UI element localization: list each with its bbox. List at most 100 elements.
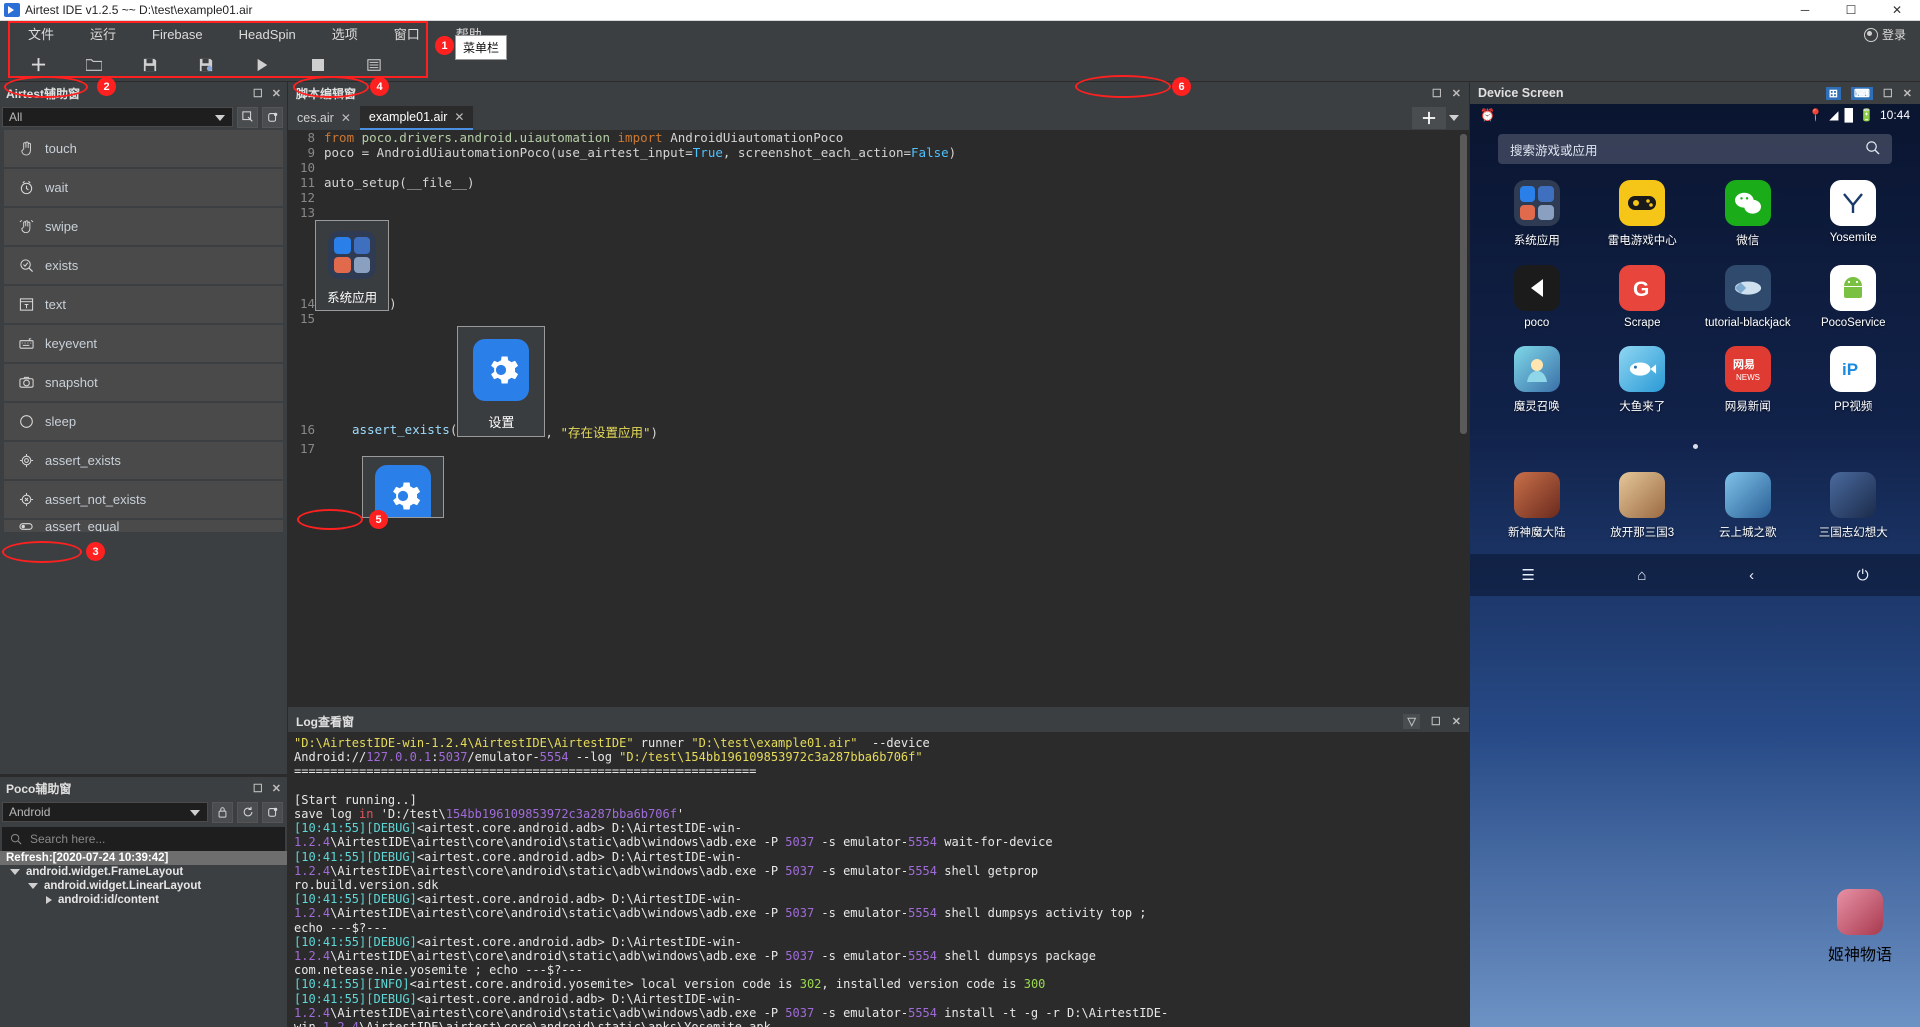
chevron-down-icon[interactable] [1449,115,1459,121]
code-editor[interactable]: 8 from poco.drivers.android.uiautomation … [288,130,1469,707]
app-icon-微信[interactable]: 微信 [1695,180,1801,248]
tree-node-framelayout[interactable]: android.widget.FrameLayout [0,865,287,879]
tree-node-linearlayout[interactable]: android.widget.LinearLayout [0,879,287,893]
app-icon-大鱼来了[interactable]: 大鱼来了 [1590,346,1696,414]
tab-example01-air[interactable]: example01.air ✕ [359,106,474,130]
stop-button[interactable] [290,50,346,80]
tab-ces-air[interactable]: ces.air ✕ [288,106,360,130]
app-icon-网易新闻[interactable]: 网易 NEWS 网易新闻 [1695,346,1801,414]
api-item-assert-equal[interactable]: assert_equal [4,520,283,534]
menu-item-options[interactable]: 选项 [314,21,376,48]
api-item-exists[interactable]: exists [4,247,283,286]
tree-node-label: android.widget.LinearLayout [44,880,202,892]
third-image-snippet[interactable] [324,456,444,518]
poco-search-input[interactable]: Search here... [2,827,285,851]
assert-image-snippet[interactable]: 设置 [457,326,546,441]
api-item-text[interactable]: text [4,286,283,325]
keyboard-icon[interactable]: ⌨ [1851,86,1873,100]
api-item-assert-exists[interactable]: assert_exists [4,442,283,481]
app-icon-Scrape[interactable]: G Scrape [1590,265,1696,329]
maximize-icon[interactable]: ☐ [1883,87,1893,100]
add-tab-button[interactable] [1412,107,1446,129]
app-icon-tutorial-blackjack[interactable]: tutorial-blackjack [1695,265,1801,329]
home-button[interactable]: ⌂ [1637,567,1646,584]
close-icon[interactable]: ✕ [1452,87,1461,100]
api-item-keyevent[interactable]: keyevent [4,325,283,364]
screen-capture-button[interactable] [237,106,258,128]
api-item-sleep[interactable]: sleep [4,403,283,442]
code-content-close: ) [389,296,397,311]
dock-app-新神魔大陆[interactable]: 新神魔大陆 [1484,472,1590,540]
log-pane-controls: ▽ ☐ ✕ [1403,713,1461,729]
maximize-icon[interactable]: ☐ [1431,715,1441,728]
app-icon-PP视频[interactable]: iP PP视频 [1801,346,1907,414]
device-screen[interactable]: ⏰ 📍 ◢ █ 🔋 10:44 搜索游戏或应用 系统应用 雷电游戏中心 微信 Y… [1470,104,1920,1027]
api-item-assert-not-exists[interactable]: assert_not_exists [4,481,283,520]
menu-item-headspin[interactable]: HeadSpin [221,21,314,48]
editor-scrollbar[interactable] [1460,134,1467,434]
power-button[interactable]: ⏻ [1857,567,1869,584]
app-icon-Yosemite[interactable]: Yosemite [1801,180,1907,248]
dock-app-三国志幻想大[interactable]: 三国志幻想大 [1801,472,1907,540]
filter-icon[interactable]: ▽ [1403,713,1420,729]
poco-mode-select[interactable]: Android [2,802,208,822]
login-button[interactable]: 登录 [1863,26,1920,43]
app-icon-魔灵召唤[interactable]: 魔灵召唤 [1484,346,1590,414]
netease-news-icon: 网易 NEWS [1724,346,1771,392]
maximize-icon[interactable]: ☐ [253,782,263,795]
close-icon[interactable]: ✕ [1903,87,1912,100]
title-bar: Airtest IDE v1.2.5 ~~ D:\test\example01.… [0,0,1920,21]
recent-apps-button[interactable]: ☰ [1521,566,1534,584]
open-folder-button[interactable] [66,50,122,80]
app-icon-poco[interactable]: poco [1484,265,1590,329]
api-item-swipe[interactable]: swipe [4,208,283,247]
api-item-snapshot[interactable]: snapshot [4,364,283,403]
menu-item-firebase[interactable]: Firebase [134,21,221,48]
api-label: snapshot [45,375,98,390]
report-button[interactable] [346,50,402,80]
back-button[interactable]: ‹ [1749,567,1754,584]
close-icon[interactable]: ✕ [341,111,351,125]
save-button[interactable] [122,50,178,80]
maximize-icon[interactable]: ☐ [253,87,263,100]
tree-node-content[interactable]: android:id/content [0,893,287,907]
menu-item-file[interactable]: 文件 [10,21,72,48]
app-icon-雷电游戏中心[interactable]: 雷电游戏中心 [1590,180,1696,248]
dock-app-放开那三国3[interactable]: 放开那三国3 [1590,472,1696,540]
minimize-button[interactable]: ─ [1782,0,1828,21]
close-icon[interactable]: ✕ [1452,715,1461,728]
airtest-pane-header: Airtest辅助窗 ☐ ✕ [0,82,287,104]
editor-pane-header: 脚本编辑窗 ☐ ✕ [288,82,1469,104]
app-icon-PocoService[interactable]: PocoService [1801,265,1907,329]
search-icon[interactable] [1865,140,1880,158]
menu-item-run[interactable]: 运行 [72,21,134,48]
refresh-button[interactable] [237,801,258,823]
new-file-button[interactable] [10,50,66,80]
close-icon[interactable]: ✕ [272,782,281,795]
lock-button[interactable] [212,801,233,823]
close-button[interactable]: ✕ [1874,0,1920,21]
api-item-touch[interactable]: touch [4,130,283,169]
log-output[interactable]: "D:\AirtestIDE-win-1.2.4\AirtestIDE\Airt… [288,732,1469,1027]
airtest-filter-select[interactable]: All [2,107,233,127]
save-as-button[interactable] [178,50,234,80]
inspect-button[interactable] [262,801,283,823]
record-button[interactable] [262,106,283,128]
main-body: Airtest辅助窗 ☐ ✕ All touch wait swipe exis… [0,82,1920,1027]
dock-app-云上城之歌[interactable]: 云上城之歌 [1695,472,1801,540]
device-panel: Device Screen ⊞ ⌨ ☐ ✕ ⏰ 📍 ◢ █ 🔋 10:44 搜索… [1470,82,1920,1027]
yosemite-icon [1830,180,1877,226]
run-button[interactable] [234,50,290,80]
app-icon-系统应用[interactable]: 系统应用 [1484,180,1590,248]
menu-item-window[interactable]: 窗口 [376,21,438,48]
device-search-bar[interactable]: 搜索游戏或应用 [1498,134,1892,164]
maximize-button[interactable]: ☐ [1828,0,1874,21]
close-icon[interactable]: ✕ [454,110,464,124]
api-item-wait[interactable]: wait [4,169,283,208]
log-line: [10:41:55][DEBUG]<airtest.core.android.a… [294,821,742,836]
touch-image-snippet[interactable]: 系统应用 [315,220,390,311]
rotate-icon[interactable]: ⊞ [1825,86,1842,100]
maximize-icon[interactable]: ☐ [1432,87,1442,100]
dock-app-姬神物语[interactable]: 姬神物语 [1814,889,1906,965]
close-icon[interactable]: ✕ [272,87,281,100]
